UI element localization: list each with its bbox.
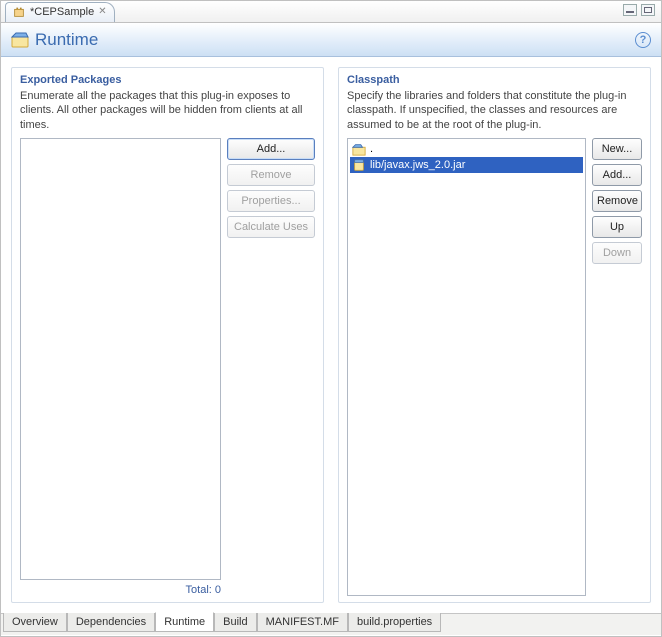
editor-tab-title: *CEPSample	[30, 6, 94, 18]
tab-overview[interactable]: Overview	[3, 613, 67, 632]
folder-root-icon	[352, 142, 366, 156]
tab-manifest-mf[interactable]: MANIFEST.MF	[257, 613, 348, 632]
new-classpath-button[interactable]: New...	[592, 138, 642, 160]
bottom-tabs: OverviewDependenciesRuntimeBuildMANIFEST…	[1, 613, 661, 635]
add-classpath-button[interactable]: Add...	[592, 164, 642, 186]
add-package-button[interactable]: Add...	[227, 138, 315, 160]
classpath-section: Classpath Specify the libraries and fold…	[338, 67, 651, 603]
minimize-button[interactable]	[623, 4, 637, 16]
tab-build-properties[interactable]: build.properties	[348, 613, 441, 632]
help-icon[interactable]: ?	[635, 32, 651, 48]
maximize-button[interactable]	[641, 4, 655, 16]
editor-tab[interactable]: *CEPSample ✕	[5, 2, 115, 22]
classpath-list[interactable]: . lib/javax.jws_2.0.jar	[347, 138, 586, 596]
properties-button: Properties...	[227, 190, 315, 212]
down-classpath-button: Down	[592, 242, 642, 264]
close-icon[interactable]: ✕	[98, 7, 108, 17]
classpath-item[interactable]: .	[350, 141, 583, 157]
page-title: Runtime	[35, 30, 98, 50]
remove-package-button: Remove	[227, 164, 315, 186]
up-classpath-button[interactable]: Up	[592, 216, 642, 238]
exported-total: Total: 0	[20, 584, 315, 596]
content-area: Exported Packages Enumerate all the pack…	[1, 57, 661, 613]
runtime-icon	[11, 31, 29, 49]
form-header: Runtime ?	[1, 23, 661, 57]
exported-packages-list[interactable]	[20, 138, 221, 580]
section-desc-exported: Enumerate all the packages that this plu…	[20, 89, 315, 132]
editor-tab-bar: *CEPSample ✕	[1, 1, 661, 23]
section-title-classpath: Classpath	[347, 74, 642, 86]
classpath-item-label: lib/javax.jws_2.0.jar	[370, 159, 465, 171]
exported-packages-section: Exported Packages Enumerate all the pack…	[11, 67, 324, 603]
classpath-item[interactable]: lib/javax.jws_2.0.jar	[350, 157, 583, 173]
tab-build[interactable]: Build	[214, 613, 256, 632]
tab-runtime[interactable]: Runtime	[155, 612, 214, 632]
calculate-uses-button: Calculate Uses	[227, 216, 315, 238]
tab-dependencies[interactable]: Dependencies	[67, 613, 155, 632]
window-controls	[623, 4, 655, 16]
jar-icon	[352, 158, 366, 172]
plugin-icon	[12, 5, 26, 19]
section-desc-classpath: Specify the libraries and folders that c…	[347, 89, 642, 132]
section-title-exported: Exported Packages	[20, 74, 315, 86]
classpath-item-label: .	[370, 143, 373, 155]
remove-classpath-button[interactable]: Remove	[592, 190, 642, 212]
